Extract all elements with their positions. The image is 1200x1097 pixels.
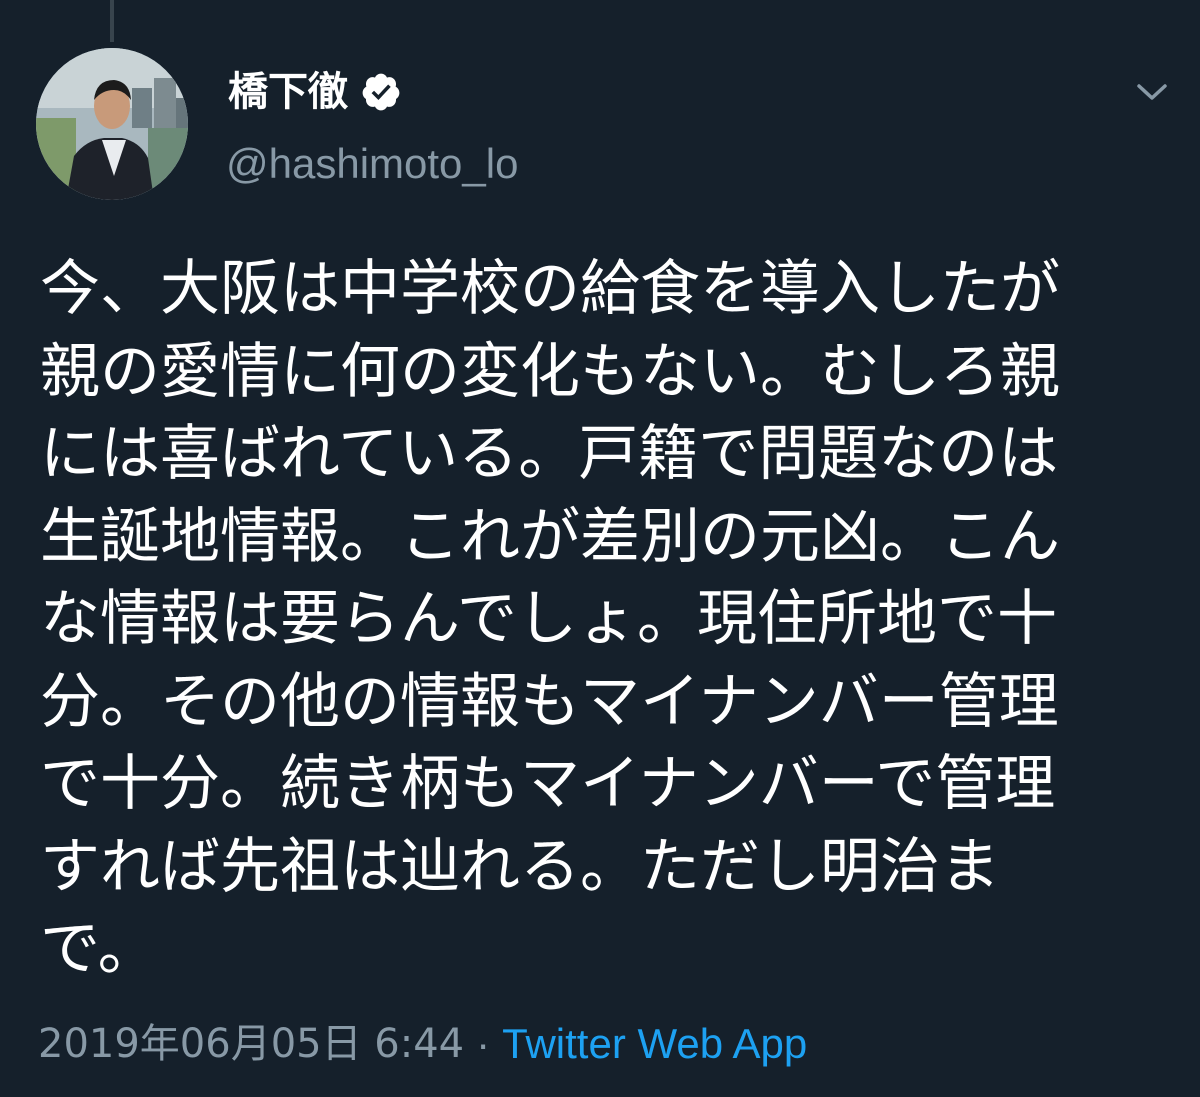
avatar-photo (36, 48, 188, 200)
chevron-down-icon (1137, 84, 1167, 100)
tweet-timestamp[interactable]: 2019年06月05日 6:44 (38, 1016, 464, 1072)
thread-connector-line (110, 0, 114, 42)
author-name-row[interactable]: 橋下徹 (228, 64, 402, 120)
author-handle[interactable]: @hashimoto_lo (226, 136, 518, 192)
meta-separator: · (476, 1020, 491, 1067)
tweet-meta: 2019年06月05日 6:44 · Twitter Web App (38, 1016, 807, 1072)
tweet-text-line: 生誕地情報。これが差別の元凶。こん (40, 501, 1060, 572)
avatar[interactable] (36, 48, 188, 200)
tweet-text-line: には喜ばれている。戸籍で問題なのは (40, 419, 1059, 489)
tweet-text-line: な情報は要らんでしょ。現住所地で十 (40, 584, 1057, 654)
tweet-text-line: で。 (40, 914, 158, 984)
verified-badge-icon (360, 71, 402, 113)
tweet-menu-button[interactable] (1126, 70, 1178, 114)
tweet-text-line: 今、大阪は中学校の給食を導入したが (40, 254, 1060, 324)
tweet-text-line: 分。その他の情報もマイナンバー管理 (40, 666, 1059, 737)
author-display-name[interactable]: 橋下徹 (228, 64, 348, 120)
tweet-text: 今、大阪は中学校の給食を導入したが 親の愛情に何の変化もない。むしろ親 には喜ば… (40, 248, 1176, 991)
tweet-text-line: 親の愛情に何の変化もない。むしろ親 (40, 336, 1060, 407)
tweet-source-link[interactable]: Twitter Web App (502, 1016, 807, 1072)
tweet-text-line: すれば先祖は辿れる。ただし明治ま (40, 831, 1000, 902)
tweet-text-line: で十分。続き柄もマイナンバーで管理 (40, 749, 1056, 819)
